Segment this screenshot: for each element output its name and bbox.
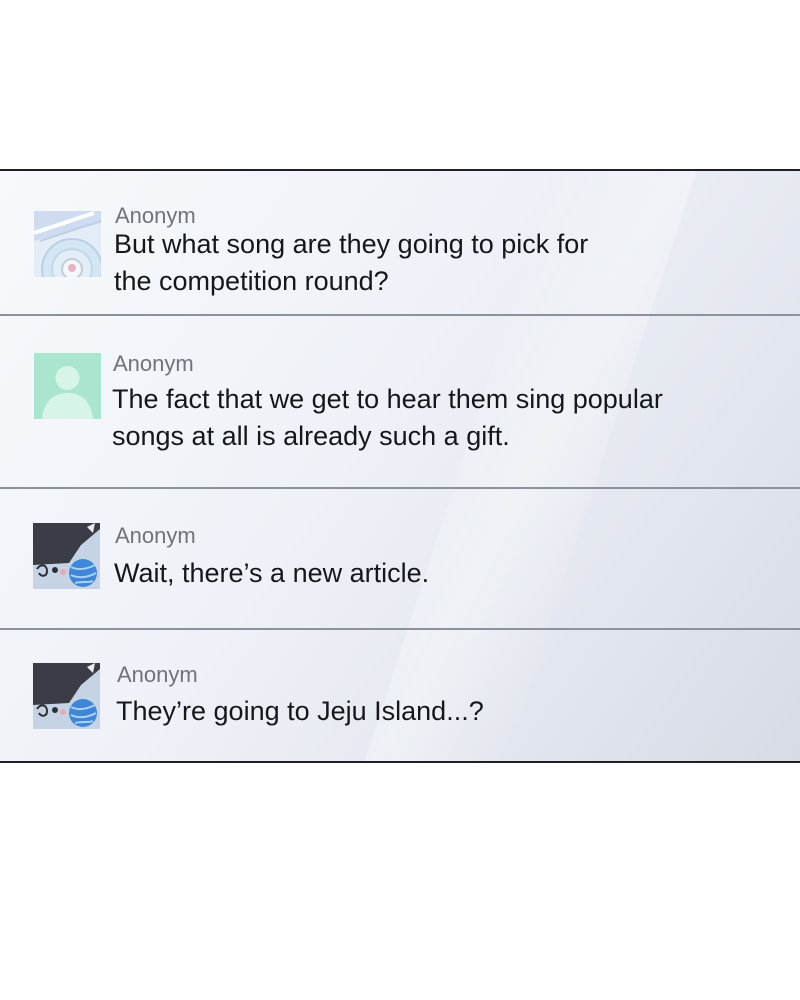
cat-yarn-avatar-icon[interactable] xyxy=(33,523,100,589)
comment-item[interactable]: Anonym Wait, there’s a new article. xyxy=(0,489,800,630)
comment-author: Anonym xyxy=(117,662,198,687)
default-user-avatar-icon[interactable] xyxy=(34,353,101,419)
comment-item[interactable]: Anonym But what song are they going to p… xyxy=(0,171,800,316)
comment-item[interactable]: Anonym The fact that we get to hear them… xyxy=(0,316,800,487)
comment-text: The fact that we get to hear them sing p… xyxy=(112,384,663,451)
comment-author: Anonym xyxy=(113,351,194,376)
comment-item[interactable]: Anonym They’re going to Jeju Island...? xyxy=(0,630,800,761)
map-badge-avatar-icon[interactable] xyxy=(34,211,101,277)
comment-author: Anonym xyxy=(115,523,196,548)
comment-text: They’re going to Jeju Island...? xyxy=(116,696,484,726)
comment-list: Anonym But what song are they going to p… xyxy=(0,169,800,763)
comment-text: But what song are they going to pick for… xyxy=(114,229,589,296)
comment-text: Wait, there’s a new article. xyxy=(114,558,430,588)
page: Anonym But what song are they going to p… xyxy=(0,0,800,1000)
cat-yarn-avatar-icon[interactable] xyxy=(33,663,100,729)
